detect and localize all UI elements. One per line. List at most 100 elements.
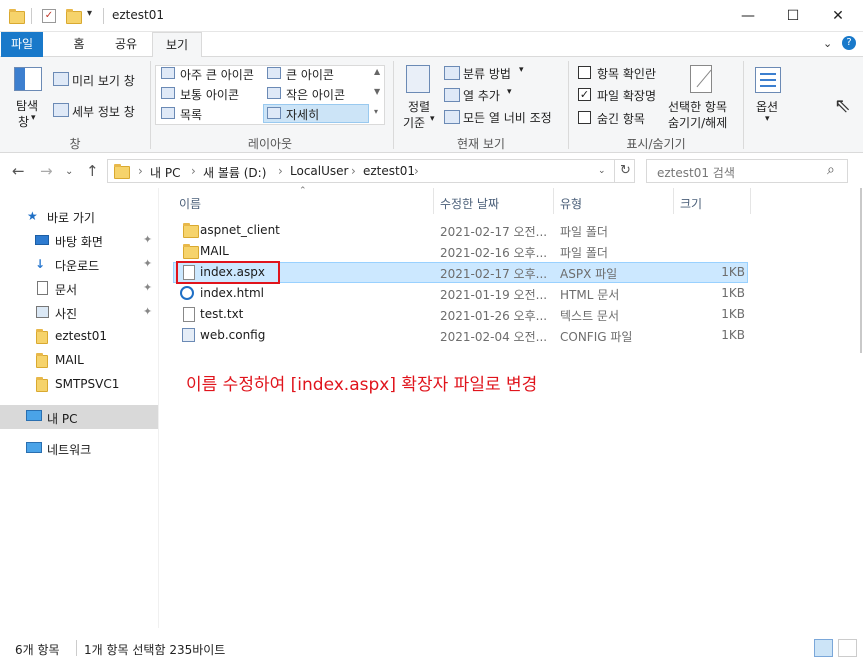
table-row[interactable]: aspnet_client 2021-02-17 오전... 파일 폴더 [173,220,748,241]
hidden-items-label[interactable]: 숨긴 항목 [597,110,645,127]
layout-medium-icons[interactable]: 보통 아이콘 [180,86,239,103]
nav-folder-mail[interactable]: MAIL [0,349,158,371]
group-by-button[interactable]: 분류 방법 [463,65,511,82]
details-pane-button[interactable]: 세부 정보 창 [72,103,135,120]
file-extensions-label[interactable]: 파일 확장명 [597,87,656,104]
column-header-name[interactable]: 이름 [179,195,201,212]
search-icon[interactable]: ⌕ [827,162,835,178]
hide-selected-icon[interactable] [690,65,712,93]
tab-share[interactable]: 공유 [108,32,144,57]
chevron-down-icon[interactable]: ▾ [765,114,770,124]
sort-by-label-2[interactable]: 기준 [403,114,425,131]
size-all-columns-button[interactable]: 모든 열 너비 조정 [463,109,552,126]
nav-this-pc[interactable]: 내 PC [0,405,158,429]
minimize-button[interactable]: — [725,0,771,32]
chevron-down-icon[interactable]: ▾ [430,114,435,124]
tab-view[interactable]: 보기 [152,32,202,58]
sort-by-icon[interactable] [406,65,430,93]
nav-documents[interactable]: 문서 ✦ [0,277,158,299]
pin-icon: ✦ [143,305,153,318]
navigation-pane-label[interactable]: 탐색 [16,97,38,114]
column-header-modified[interactable]: 수정한 날짜 [440,195,499,212]
options-icon[interactable] [755,67,781,93]
breadcrumb-separator[interactable]: › [278,164,283,178]
nav-quick-access[interactable]: ★ 바로 가기 [0,205,158,227]
scrollbar-thumb[interactable] [860,188,862,353]
nav-folder-smtpsvc1[interactable]: SMTPSVC1 [0,373,158,395]
preview-pane-button[interactable]: 미리 보기 창 [72,72,135,89]
address-bar[interactable]: › 내 PC › 새 볼륨 (D:) › LocalUser › eztest0… [107,159,635,183]
preview-pane-icon[interactable] [53,72,69,86]
hide-selected-label[interactable]: 선택한 항목 [668,98,727,115]
quick-access-dropdown-icon[interactable]: ▾ [87,8,92,19]
properties-icon[interactable]: ✓ [42,9,56,23]
maximize-button[interactable]: ☐ [770,0,816,32]
close-button[interactable]: ✕ [815,0,861,32]
status-selection: 1개 항목 선택함 235바이트 [84,643,226,657]
divider [31,8,32,24]
item-checkboxes-label[interactable]: 항목 확인란 [597,65,656,82]
nav-downloads[interactable]: ↓ 다운로드 ✦ [0,253,158,275]
add-columns-button[interactable]: 열 추가 [463,87,500,104]
nav-pictures[interactable]: 사진 ✦ [0,301,158,323]
up-arrow-icon[interactable]: ↑ [86,162,99,180]
nav-desktop[interactable]: 바탕 화면 ✦ [0,229,158,251]
file-size: 1KB [721,265,745,279]
layout-extra-large-icons[interactable]: 아주 큰 아이콘 [180,66,254,83]
table-row[interactable]: test.txt 2021-01-26 오후... 텍스트 문서 1KB [173,304,748,325]
file-extensions-checkbox[interactable]: ✓ [578,88,591,101]
layout-details[interactable]: 자세히 [286,106,319,123]
navigation-pane-icon[interactable] [14,67,42,91]
navigation-pane-label-2[interactable]: 창 [18,113,29,130]
table-row[interactable]: MAIL 2021-02-16 오후... 파일 폴더 [173,241,748,262]
nav-folder-eztest01[interactable]: eztest01 [0,325,158,347]
hidden-items-checkbox[interactable] [578,111,591,124]
new-folder-icon[interactable] [66,9,82,24]
nav-network[interactable]: 네트워크 [0,437,158,459]
scroll-up-icon[interactable]: ▲ [374,67,380,76]
table-row[interactable]: index.html 2021-01-19 오전... HTML 문서 1KB [173,283,748,304]
recent-locations-icon[interactable]: ⌄ [65,166,73,177]
search-box[interactable]: eztest01 검색 ⌕ [646,159,848,183]
layout-list[interactable]: 목록 [180,106,202,123]
chevron-down-icon[interactable]: ▾ [507,87,512,97]
breadcrumb-separator[interactable]: › [351,164,356,178]
chevron-down-icon[interactable]: ▾ [519,65,524,75]
breadcrumb-localuser[interactable]: LocalUser [290,164,348,178]
help-icon[interactable]: ? [842,36,856,50]
back-arrow-icon[interactable]: ← [12,162,25,180]
star-icon: ★ [27,209,38,223]
file-size: 1KB [721,286,745,300]
breadcrumb-separator[interactable]: › [414,164,419,178]
documents-icon [37,281,48,295]
item-checkboxes-checkbox[interactable] [578,66,591,79]
address-dropdown-icon[interactable]: ⌄ [598,166,606,176]
search-input[interactable]: eztest01 검색 [657,164,735,181]
layout-large-icons[interactable]: 큰 아이콘 [286,66,334,83]
scroll-down-icon[interactable]: ▼ [374,87,380,96]
breadcrumb-separator[interactable]: › [191,164,196,178]
table-row[interactable]: web.config 2021-02-04 오전... CONFIG 파일 1K… [173,325,748,346]
breadcrumb-volume[interactable]: 새 볼륨 (D:) [203,164,266,181]
hide-selected-label-2[interactable]: 숨기기/해제 [668,114,727,131]
tab-home[interactable]: 홈 [64,32,94,57]
breadcrumb-this-pc[interactable]: 내 PC [150,164,180,181]
forward-arrow-icon[interactable]: → [40,162,53,180]
collapse-ribbon-icon[interactable]: ⌄ [823,37,832,50]
scrollbar[interactable] [851,188,863,628]
expand-gallery-icon[interactable]: ▾ [374,107,378,116]
nav-item-label: 다운로드 [55,259,100,273]
refresh-icon[interactable]: ↻ [620,163,631,178]
breadcrumb-eztest01[interactable]: eztest01 [363,164,415,178]
details-view-icon[interactable] [814,639,833,657]
details-pane-icon[interactable] [53,103,69,117]
sort-by-label[interactable]: 정렬 [408,98,430,115]
tab-file[interactable]: 파일 [1,32,43,57]
options-button[interactable]: 옵션 [756,98,778,115]
large-icons-view-icon[interactable] [838,639,857,657]
chevron-down-icon[interactable]: ▾ [31,113,36,123]
breadcrumb-separator[interactable]: › [138,164,143,178]
column-header-size[interactable]: 크기 [680,195,702,212]
column-header-type[interactable]: 유형 [560,195,582,212]
layout-small-icons[interactable]: 작은 아이콘 [286,86,345,103]
